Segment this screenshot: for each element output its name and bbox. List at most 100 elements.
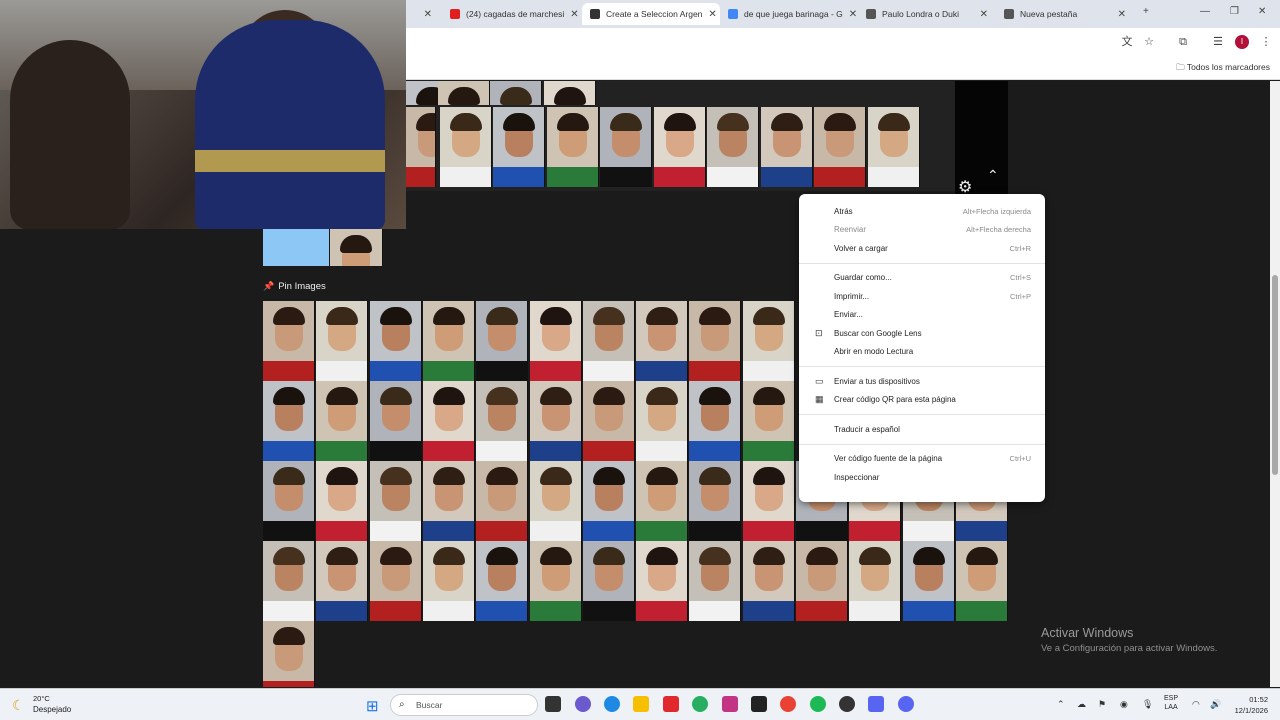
menu-icon[interactable]: ⋮ [1259,35,1273,49]
player-image[interactable] [438,81,490,105]
player-image[interactable] [743,461,795,541]
task-view-icon[interactable] [545,696,561,712]
instagram-icon[interactable] [722,696,738,712]
player-image[interactable] [743,301,795,381]
player-image[interactable] [476,301,528,381]
obs-icon[interactable] [839,696,855,712]
all-bookmarks[interactable]: 🗀 Todos los marcadores [1176,62,1270,76]
chrome-icon[interactable] [780,696,796,712]
scrollbar-thumb[interactable] [1272,275,1278,475]
player-image[interactable] [439,107,492,187]
player-image[interactable] [636,301,688,381]
player-image[interactable] [316,301,368,381]
player-image[interactable] [653,107,706,187]
context-menu-item[interactable]: Guardar como... Ctrl+S [799,269,1045,288]
file-explorer-icon[interactable] [633,696,649,712]
context-menu-item[interactable]: Ver código fuente de la página Ctrl+U [799,450,1045,469]
close-tab-icon[interactable]: ✕ [708,9,716,20]
translate-icon[interactable]: 文 [1120,35,1134,49]
player-image[interactable] [370,461,422,541]
mic-icon[interactable]: 🎙 [1142,699,1153,710]
player-image[interactable] [689,381,741,461]
player-image[interactable] [476,461,528,541]
player-image[interactable] [689,301,741,381]
player-image[interactable] [583,461,635,541]
app-tray-icon[interactable]: ◉ [1120,699,1128,710]
player-image[interactable] [689,461,741,541]
player-image[interactable] [760,107,813,187]
player-image[interactable] [636,381,688,461]
capcut-icon[interactable] [751,696,767,712]
context-menu-item[interactable]: Atrás Alt+Flecha izquierda [799,202,1045,221]
language-indicator[interactable]: ESP LAA [1164,694,1178,712]
whatsapp-icon[interactable] [692,696,708,712]
chevron-up-icon[interactable]: ⌃ [1057,699,1065,710]
browser-tab[interactable]: Nueva pestaña ✕ [996,3,1134,25]
close-icon[interactable]: ✕ [424,9,432,20]
player-image[interactable] [263,621,315,687]
context-menu-item[interactable]: Imprimir... Ctrl+P [799,287,1045,306]
player-image[interactable] [583,541,635,621]
clock[interactable]: 01:52 12/1/2026 [1226,694,1268,716]
player-image[interactable] [493,107,545,187]
chevron-up-icon[interactable]: ⌃ [987,167,999,184]
player-image[interactable] [406,107,436,187]
volume-icon[interactable]: 🔊 [1210,699,1221,710]
player-image[interactable] [796,541,848,621]
player-image[interactable] [423,461,475,541]
minimize-icon[interactable]: — [1200,6,1210,17]
moon-icon[interactable]: ☾ [12,697,25,714]
player-image[interactable] [903,541,955,621]
player-image[interactable] [370,541,422,621]
winrar-icon[interactable] [663,696,679,712]
close-tab-icon[interactable]: ✕ [1118,9,1126,20]
player-image[interactable] [370,381,422,461]
player-image[interactable] [849,541,901,621]
player-image[interactable] [330,229,383,266]
scrollbar[interactable] [1270,81,1280,687]
browser-tab[interactable]: de que juega barinaga - G ✕ [720,3,858,25]
context-menu-item[interactable]: Inspeccionar [799,468,1045,487]
player-image[interactable] [423,301,475,381]
player-image[interactable] [476,541,528,621]
spotify-icon[interactable] [810,696,826,712]
browser-tab[interactable]: Paulo Londra o Duki ✕ [858,3,996,25]
onedrive-icon[interactable]: ☁ [1077,699,1086,710]
player-image[interactable] [490,81,542,105]
reading-list-icon[interactable]: ☰ [1211,35,1225,49]
browser-tab[interactable]: (24) cagadas de marchesi ✕ [442,3,580,25]
taskbar-search[interactable]: ⌕ Buscar [390,694,538,716]
edge-icon[interactable] [604,696,620,712]
player-image[interactable] [743,381,795,461]
context-menu-item[interactable]: Volver a cargar Ctrl+R [799,239,1045,258]
player-image[interactable] [544,81,596,105]
discord-icon[interactable] [898,696,914,712]
context-menu-item[interactable]: ⊡ Buscar con Google Lens [799,324,1045,343]
player-image[interactable] [370,301,422,381]
context-menu-item[interactable]: Traducir a español [799,420,1045,439]
player-image[interactable] [530,541,582,621]
player-image[interactable] [583,381,635,461]
windows-start-icon[interactable]: ⊞ [366,697,384,715]
copilot-icon[interactable] [575,696,591,712]
player-image[interactable] [636,461,688,541]
player-image[interactable] [316,541,368,621]
player-image[interactable] [263,541,315,621]
new-tab-button[interactable]: + [1143,6,1149,17]
context-menu-item[interactable]: Enviar... [799,306,1045,325]
player-image[interactable] [316,381,368,461]
player-image[interactable] [689,541,741,621]
player-image[interactable] [263,461,315,541]
close-tab-icon[interactable]: ✕ [980,9,988,20]
context-menu-item[interactable]: ▦ Crear código QR para esta página [799,391,1045,410]
context-menu-item[interactable]: ▭ Enviar a tus dispositivos [799,372,1045,391]
player-image[interactable] [743,541,795,621]
player-image[interactable] [316,461,368,541]
player-image[interactable] [867,107,920,187]
browser-tab[interactable]: Create a Seleccion Argen ✕ [582,3,720,25]
player-image[interactable] [956,541,1008,621]
star-icon[interactable]: ☆ [1142,35,1156,49]
player-image[interactable] [423,541,475,621]
player-image[interactable] [530,461,582,541]
player-image[interactable] [814,107,866,187]
